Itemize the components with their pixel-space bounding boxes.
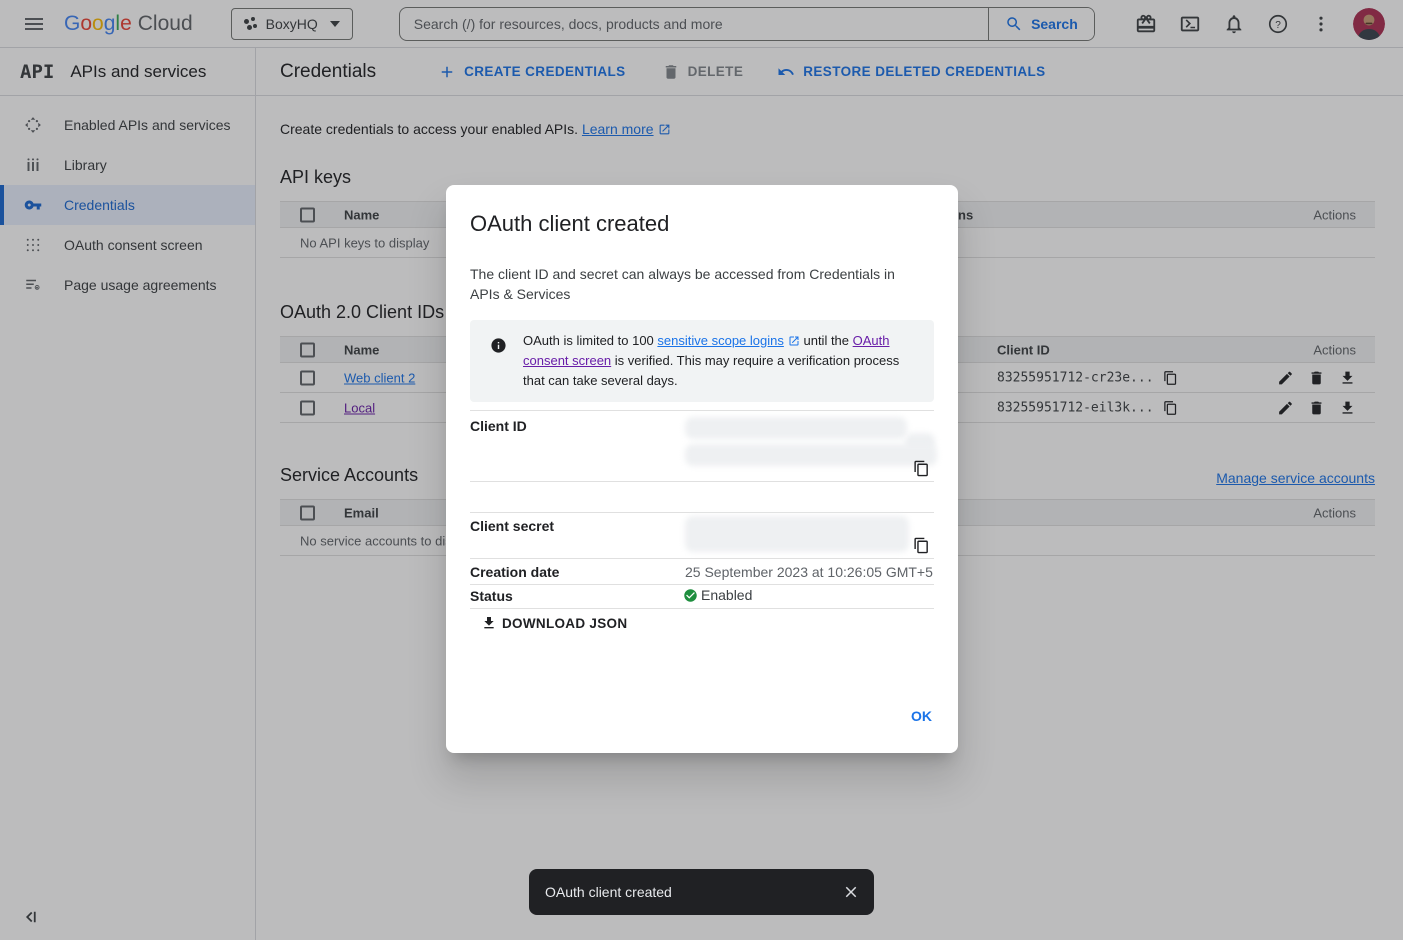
check-circle-icon (683, 588, 698, 603)
status-label: Status (470, 588, 513, 604)
redacted-client-id (685, 417, 907, 439)
download-json-label: DOWNLOAD JSON (502, 616, 627, 631)
dialog-subtitle: The client ID and secret can always be a… (470, 264, 922, 304)
close-icon[interactable] (842, 883, 860, 901)
ok-button[interactable]: OK (911, 708, 932, 724)
dialog-title: OAuth client created (470, 211, 669, 237)
redacted-client-id (685, 444, 937, 466)
status-value-wrap: Enabled (683, 587, 752, 603)
download-json-button[interactable]: DOWNLOAD JSON (481, 615, 627, 631)
verification-notice: OAuth is limited to 100 sensitive scope … (470, 320, 934, 402)
redacted-client-secret (685, 516, 909, 552)
toast-message: OAuth client created (545, 884, 672, 900)
oauth-client-created-dialog: OAuth client created The client ID and s… (446, 185, 958, 753)
creation-date-label: Creation date (470, 564, 559, 580)
copy-client-id-icon[interactable] (913, 460, 930, 477)
notice-text: OAuth is limited to 100 (523, 333, 657, 348)
external-link-icon (788, 335, 800, 347)
client-id-label: Client ID (470, 418, 527, 434)
copy-client-secret-icon[interactable] (913, 537, 930, 554)
creation-date-value: 25 September 2023 at 10:26:05 GMT+5 (685, 564, 933, 580)
notice-text: until the (800, 333, 853, 348)
download-icon (481, 615, 497, 631)
info-icon (490, 337, 507, 354)
client-secret-label: Client secret (470, 518, 554, 534)
toast: OAuth client created (529, 869, 874, 915)
status-value: Enabled (701, 587, 752, 603)
sensitive-scope-logins-link[interactable]: sensitive scope logins (657, 333, 783, 348)
